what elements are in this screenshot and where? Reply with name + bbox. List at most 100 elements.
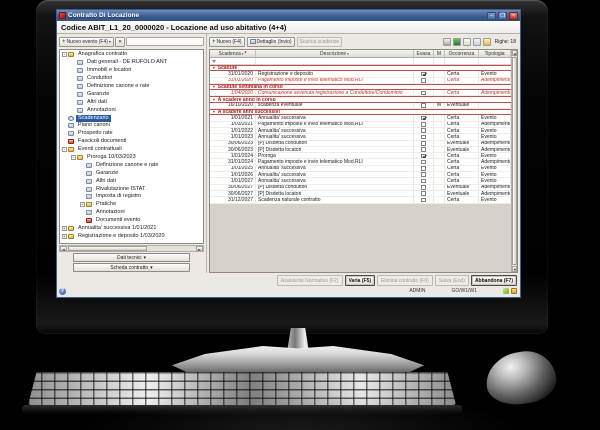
- tree-expander-icon[interactable]: +: [80, 202, 85, 207]
- footer-button-varia-f5[interactable]: Varia (F5): [345, 275, 376, 286]
- filter-cell[interactable]: [414, 58, 434, 64]
- footer-button-assistente-normativo-f2[interactable]: Assistente Normativo (F2): [277, 275, 343, 286]
- tree-item[interactable]: -Anagrafica contratto: [60, 51, 203, 59]
- tree-item[interactable]: +Registrazione e deposito 1/03/2020: [60, 232, 203, 240]
- tree-item[interactable]: -Eventi contrattuali: [60, 146, 203, 154]
- window-titlebar[interactable]: Contratto Di Locazione – ❒ ×: [57, 10, 520, 21]
- cell-m: [434, 134, 445, 139]
- tree-item[interactable]: Prospetto rate: [60, 130, 203, 138]
- scheda-contratto-button[interactable]: Scheda contratto ▾: [73, 263, 190, 272]
- delete-event-button[interactable]: ✕: [115, 37, 125, 47]
- table-vertical-scrollbar[interactable]: ▲ ▼: [511, 50, 517, 272]
- evasa-checkbox[interactable]: [421, 91, 426, 96]
- filter-row[interactable]: [210, 58, 511, 65]
- scroll-up-icon[interactable]: ▲: [512, 50, 517, 56]
- tree-item[interactable]: Definizione canone e rate: [60, 161, 203, 169]
- filter-cell[interactable]: [479, 58, 511, 64]
- tree-horizontal-scrollbar[interactable]: ◄ ►: [59, 245, 204, 252]
- column-header-evasa[interactable]: Evasa: [414, 50, 434, 57]
- group-collapse-icon[interactable]: ▼: [212, 85, 216, 89]
- dati-tecnici-button[interactable]: Dati tecnici ▾: [73, 253, 190, 262]
- tree-item[interactable]: Imposta di registro: [60, 193, 203, 201]
- tree-expander-icon[interactable]: -: [71, 155, 76, 160]
- group-collapse-icon[interactable]: ▼: [212, 66, 216, 70]
- scroll-left-icon[interactable]: ◄: [60, 246, 67, 251]
- column-header-descrizione[interactable]: Descrizione ▾: [256, 50, 414, 57]
- close-button[interactable]: ×: [509, 12, 518, 20]
- evasa-checkbox[interactable]: [421, 72, 426, 77]
- filter-icon[interactable]: [483, 38, 491, 46]
- help-icon[interactable]: ?: [59, 288, 66, 295]
- tree-item[interactable]: Altri dati: [60, 98, 203, 106]
- maximize-button[interactable]: ❒: [498, 12, 507, 20]
- evasa-checkbox[interactable]: [421, 78, 426, 83]
- evasa-checkbox[interactable]: [421, 141, 426, 146]
- cell-occorrenza: Eventuale: [445, 141, 479, 146]
- evasa-checkbox[interactable]: [421, 160, 426, 165]
- tree-item[interactable]: Annotazioni: [60, 106, 203, 114]
- print-icon[interactable]: [443, 38, 451, 46]
- tree-expander-icon[interactable]: -: [62, 147, 67, 152]
- tree-item[interactable]: Conduttori: [60, 75, 203, 83]
- tree-item[interactable]: +Annualita' successiva 1/01/2021: [60, 225, 203, 233]
- tree-item[interactable]: Fascicoli documenti: [60, 138, 203, 146]
- column-header-occorrenza[interactable]: Occorrenza: [445, 50, 479, 57]
- group-collapse-icon[interactable]: ▼: [212, 110, 216, 114]
- copy-icon[interactable]: [463, 38, 471, 46]
- scrollbar-thumb[interactable]: [512, 57, 517, 265]
- column-header-tipologia[interactable]: Tipologia: [479, 50, 511, 57]
- scroll-right-icon[interactable]: ►: [196, 246, 203, 251]
- tree-item[interactable]: Rivalutazione ISTAT: [60, 185, 203, 193]
- tree-item[interactable]: Garanzie: [60, 90, 203, 98]
- tree-item[interactable]: Dati generali - DE RUFOLO ANT: [60, 59, 203, 67]
- new-event-button[interactable]: + Nuovo evento (F4) ▾: [59, 37, 114, 47]
- evasa-checkbox[interactable]: [421, 128, 426, 133]
- scrollbar-thumb[interactable]: [68, 246, 147, 251]
- evasa-checkbox[interactable]: [421, 147, 426, 152]
- dettaglio-button[interactable]: Dettaglio (Invio): [247, 37, 295, 47]
- evasa-checkbox[interactable]: [421, 135, 426, 140]
- table-row[interactable]: 31/12/2027Scadenza naturale contrattoCer…: [210, 197, 511, 203]
- tree-item[interactable]: -Proroga 10/03/2023: [60, 154, 203, 162]
- filter-cell[interactable]: [434, 58, 445, 64]
- evasa-checkbox[interactable]: [421, 116, 426, 121]
- filter-cell[interactable]: [256, 58, 414, 64]
- tree-item[interactable]: +Pratiche: [60, 201, 203, 209]
- evasa-checkbox[interactable]: [421, 103, 426, 108]
- footer-button-abbandona-f7[interactable]: Abbandona (F7): [471, 275, 517, 286]
- filter-cell[interactable]: [210, 58, 256, 64]
- grid-view-icon[interactable]: [473, 38, 481, 46]
- tree-item[interactable]: Garanzie: [60, 169, 203, 177]
- tree-item[interactable]: Altri dati: [60, 177, 203, 185]
- tree-item[interactable]: Documenti evento: [60, 217, 203, 225]
- nuovo-button[interactable]: + Nuovo (F4): [209, 37, 245, 47]
- evasa-checkbox[interactable]: [421, 122, 426, 127]
- scarica-scadenze-button[interactable]: Scarica scadenze: [297, 37, 342, 47]
- footer-button-elimina-contratto-f6[interactable]: Elimina contratto (F6): [377, 275, 433, 286]
- column-header-m[interactable]: M: [434, 50, 445, 57]
- tree-expander-icon[interactable]: +: [62, 226, 67, 231]
- footer-button-salva-end[interactable]: Salva (End): [435, 275, 469, 286]
- tree-expander-icon[interactable]: -: [62, 52, 67, 57]
- tree-item[interactable]: Annotazioni: [60, 209, 203, 217]
- evasa-checkbox[interactable]: [421, 179, 426, 184]
- group-collapse-icon[interactable]: ▼: [212, 98, 216, 102]
- evasa-checkbox[interactable]: [421, 154, 426, 159]
- evasa-checkbox[interactable]: [421, 166, 426, 171]
- scroll-down-icon[interactable]: ▼: [512, 266, 517, 272]
- column-header-scadenza[interactable]: Scadenza ▾ *: [210, 50, 256, 57]
- tree-item[interactable]: Immobili e locatori: [60, 67, 203, 75]
- evasa-checkbox[interactable]: [421, 198, 426, 203]
- cell-occorrenza: Eventuale: [445, 185, 479, 190]
- excel-export-icon[interactable]: [453, 38, 461, 46]
- filter-cell[interactable]: [445, 58, 479, 64]
- tree-item[interactable]: Piano canoni: [60, 122, 203, 130]
- tree-item[interactable]: Scadenzario: [60, 114, 203, 122]
- evasa-checkbox[interactable]: [421, 191, 426, 196]
- evasa-checkbox[interactable]: [421, 172, 426, 177]
- tree-filter-box[interactable]: [126, 37, 204, 46]
- evasa-checkbox[interactable]: [421, 185, 426, 190]
- minimize-button[interactable]: –: [487, 12, 496, 20]
- tree-expander-icon[interactable]: +: [62, 234, 67, 239]
- tree-item[interactable]: Definizione canone e rate: [60, 83, 203, 91]
